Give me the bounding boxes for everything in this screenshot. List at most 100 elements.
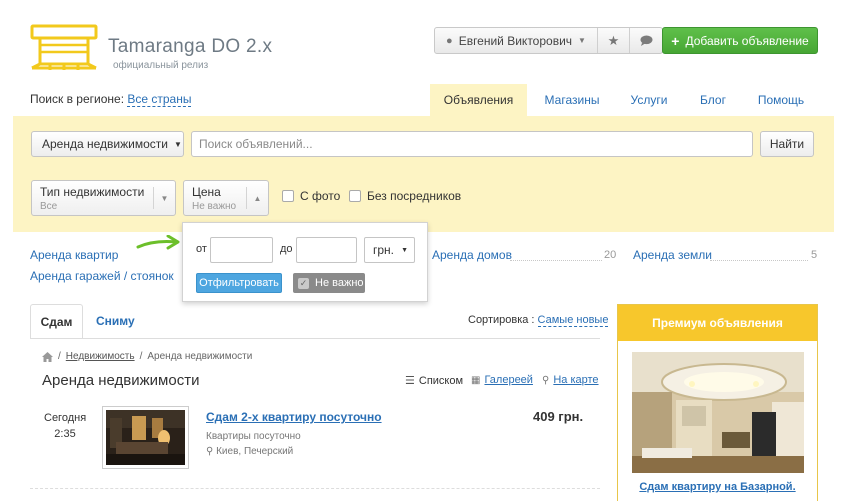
listing-day: Сегодня <box>44 412 87 424</box>
currency-value: грн. <box>373 243 395 257</box>
sort-link[interactable]: Самые новые <box>537 314 609 327</box>
divider <box>710 260 808 261</box>
region-label: Поиск в регионе: <box>30 92 125 106</box>
brand-name[interactable]: Tamaranga DO 2.x <box>108 36 272 58</box>
view-list-label: Списком <box>418 374 464 387</box>
view-gallery[interactable]: ▦ Галереей <box>471 374 533 386</box>
category-label: Аренда недвижимости <box>42 137 168 151</box>
with-photo-checkbox[interactable]: С фото <box>282 189 340 203</box>
category-link-garages[interactable]: Аренда гаражей / стоянок <box>30 269 174 283</box>
search-input[interactable] <box>191 131 753 157</box>
listing-divider <box>30 488 600 489</box>
breadcrumb-separator: / <box>58 351 61 362</box>
category-dropdown[interactable]: Аренда недвижимости ▼ <box>31 131 184 157</box>
listing-title[interactable]: Сдам 2-х квартиру посуточно <box>206 410 382 424</box>
sort-label: Сортировка : <box>468 314 535 326</box>
breadcrumb-separator: / <box>139 351 143 362</box>
category-count-houses: 20 <box>604 249 617 261</box>
price-to-label: до <box>280 243 293 255</box>
messages-button[interactable] <box>630 28 662 53</box>
chevron-down-icon: ▼ <box>578 36 586 45</box>
apply-filter-button[interactable]: Отфильтровать <box>196 273 282 293</box>
add-listing-button[interactable]: + Добавить объявление <box>662 27 818 54</box>
listing-time: 2:35 <box>54 428 76 440</box>
breadcrumb-current: Аренда недвижимости <box>147 351 253 362</box>
region-link[interactable]: Все страны <box>127 92 192 107</box>
price-value: Не важно <box>192 201 237 212</box>
price-title: Цена <box>192 185 221 199</box>
search-button[interactable]: Найти <box>760 131 814 157</box>
not-important-label: Не важно <box>315 277 364 289</box>
price-to-input[interactable] <box>296 237 357 263</box>
home-icon[interactable] <box>42 351 53 362</box>
breadcrumb-link[interactable]: Недвижимость <box>66 351 135 362</box>
breadcrumb: / Недвижимость / Аренда недвижимости <box>42 351 252 362</box>
map-pin-icon: ⚲ <box>542 374 550 386</box>
tab-services[interactable]: Услуги <box>617 84 681 116</box>
currency-select[interactable]: грн. ▼ <box>364 237 415 263</box>
no-agents-checkbox[interactable]: Без посредников <box>349 189 461 203</box>
list-icon: ☰ <box>405 375 415 387</box>
premium-photo[interactable] <box>632 352 804 473</box>
tab-listings[interactable]: Объявления <box>430 84 527 116</box>
tabs-divider <box>30 338 600 339</box>
arrow-icon <box>136 235 180 250</box>
listing-category: Квартиры посуточно <box>206 431 301 442</box>
tab-offer[interactable]: Сдам <box>30 304 83 338</box>
favorites-button[interactable]: ★ <box>598 28 630 53</box>
view-gallery-label: Галереей <box>484 374 533 386</box>
listing-location-text: Киев, Печерский <box>216 446 294 457</box>
premium-item-title[interactable]: Сдам квартиру на Базарной. <box>618 481 817 493</box>
user-name: Евгений Викторович <box>458 33 573 48</box>
view-map[interactable]: ⚲ На карте <box>542 374 599 386</box>
tab-seek[interactable]: Сниму <box>96 314 135 328</box>
property-type-title: Тип недвижимости <box>40 185 145 199</box>
check-icon: ✓ <box>298 277 309 289</box>
tab-blog[interactable]: Блог <box>681 84 745 116</box>
caret-down-icon: ▼ <box>401 246 408 254</box>
caret-up-icon: ▲ <box>246 187 268 209</box>
price-popup: от до грн. ▼ Отфильтровать ✓ Не важно <box>182 222 428 302</box>
add-listing-label: Добавить объявление <box>685 33 809 48</box>
caret-down-icon: ▼ <box>173 139 182 149</box>
price-select[interactable]: Цена Не важно ▲ <box>183 180 269 216</box>
user-menu-button[interactable]: ● Евгений Викторович ▼ <box>435 28 598 53</box>
star-icon: ★ <box>607 32 620 48</box>
logo[interactable] <box>30 24 98 72</box>
listing-location: ⚲ Киев, Печерский <box>206 446 293 457</box>
listing-thumbnail[interactable] <box>102 406 189 469</box>
room-photo <box>106 410 185 465</box>
category-link-apartments[interactable]: Аренда квартир <box>30 248 118 262</box>
brand-subtitle: официальный релиз <box>113 60 209 71</box>
property-type-value: Все <box>40 201 58 212</box>
view-list[interactable]: ☰ Списком <box>405 374 464 388</box>
user-toolbar: ● Евгений Викторович ▼ ★ <box>434 27 663 54</box>
tab-help[interactable]: Помощь <box>745 84 817 116</box>
premium-block: Премиум объявления Сдам квартиру на База… <box>617 304 818 501</box>
category-link-land[interactable]: Аренда земли <box>633 248 712 262</box>
region-selector: Поиск в регионе: Все страны <box>30 92 192 107</box>
with-photo-label: С фото <box>300 189 341 203</box>
view-map-label: На карте <box>553 374 599 386</box>
category-link-houses[interactable]: Аренда домов <box>432 248 512 262</box>
caret-down-icon: ▼ <box>153 187 175 209</box>
premium-title: Премиум объявления <box>618 305 817 341</box>
no-agents-label: Без посредников <box>367 189 462 203</box>
tab-shops[interactable]: Магазины <box>527 84 617 116</box>
checkbox-box[interactable] <box>349 190 361 202</box>
price-from-input[interactable] <box>210 237 273 263</box>
divider <box>510 260 602 261</box>
map-pin-icon: ⚲ <box>206 446 214 457</box>
chat-icon <box>640 35 652 46</box>
property-type-select[interactable]: Тип недвижимости Все ▼ <box>31 180 176 216</box>
plus-icon: + <box>671 32 680 49</box>
not-important-toggle[interactable]: ✓ Не важно <box>293 273 365 293</box>
page-title: Аренда недвижимости <box>42 372 200 389</box>
listing-price: 409 грн. <box>533 409 584 424</box>
listing-date: Сегодня 2:35 <box>44 410 86 442</box>
price-from-label: от <box>196 243 207 255</box>
category-count-land: 5 <box>811 249 818 261</box>
user-icon: ● <box>446 34 453 47</box>
checkbox-box[interactable] <box>282 190 294 202</box>
grid-icon: ▦ <box>471 374 481 386</box>
